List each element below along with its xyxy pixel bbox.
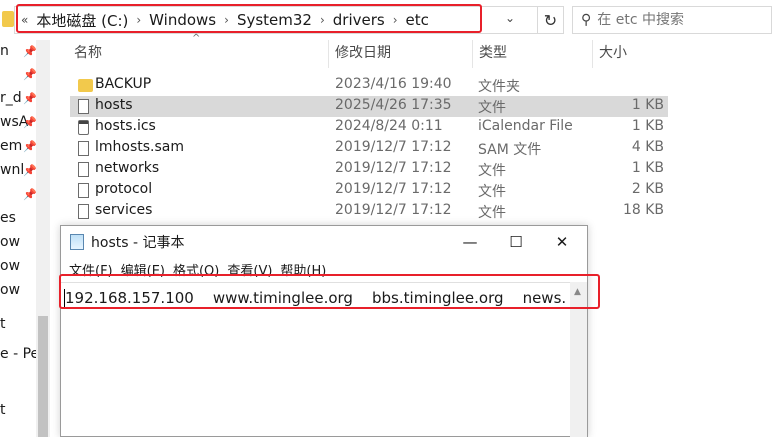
navigation-pane: n 📌 📌 r_d 📌 wsA 📌 em 📌 wnl 📌 📌 es ow ow …: [0, 40, 38, 437]
file-size: 2 KB: [631, 181, 664, 197]
refresh-button[interactable]: ↻: [538, 6, 564, 34]
pin-icon[interactable]: 📌: [23, 68, 37, 81]
file-type: 文件: [478, 163, 506, 179]
file-icon: [78, 99, 89, 114]
folder-icon: [78, 79, 93, 92]
notepad-icon: [70, 234, 84, 250]
minimize-button[interactable]: —: [447, 226, 493, 258]
file-size: 1 KB: [631, 118, 664, 134]
nav-item[interactable]: t: [0, 316, 6, 332]
nav-item[interactable]: em: [0, 138, 22, 154]
pin-icon[interactable]: 📌: [23, 164, 37, 177]
file-name: BACKUP: [95, 76, 152, 92]
file-icon: [78, 183, 89, 198]
search-box[interactable]: ⚲: [572, 6, 772, 34]
column-divider[interactable]: [328, 40, 329, 68]
notepad-window[interactable]: hosts - 记事本 — ☐ ✕ 文件(F) 编辑(E) 格式(O) 查看(V…: [60, 225, 588, 437]
file-type: 文件夹: [478, 79, 520, 95]
file-size: 1 KB: [631, 97, 664, 113]
file-type: iCalendar File: [478, 118, 573, 134]
nav-item[interactable]: wnl: [0, 162, 24, 178]
pin-icon[interactable]: 📌: [23, 140, 37, 153]
file-type: 文件: [478, 184, 506, 200]
column-header-size[interactable]: 大小: [599, 42, 627, 66]
nav-item[interactable]: e - Pe: [0, 346, 38, 362]
file-date: 2019/12/7 17:12: [335, 160, 452, 176]
file-date: 2019/12/7 17:12: [335, 181, 452, 197]
file-size: 18 KB: [622, 202, 664, 218]
file-row[interactable]: hosts.ics 2024/8/24 0:11 iCalendar File …: [70, 117, 668, 138]
hosts-line-highlight-box: [59, 274, 600, 309]
nav-scrollbar-thumb[interactable]: [38, 316, 48, 437]
file-row[interactable]: networks 2019/12/7 17:12 文件 1 KB: [70, 159, 668, 180]
file-date: 2025/4/26 17:35: [335, 97, 452, 113]
notepad-title: hosts - 记事本: [91, 235, 185, 251]
chevron-down-icon[interactable]: ⌄: [505, 11, 515, 25]
address-highlight-box: [16, 4, 482, 33]
file-icon: [78, 204, 89, 219]
file-name: protocol: [95, 181, 153, 197]
search-input[interactable]: [597, 12, 758, 28]
nav-item[interactable]: ow: [0, 234, 20, 250]
pin-icon[interactable]: 📌: [23, 92, 37, 105]
nav-item[interactable]: r_d: [0, 90, 22, 106]
nav-item[interactable]: ow: [0, 282, 20, 298]
column-header-date[interactable]: 修改日期: [335, 42, 391, 66]
file-type: SAM 文件: [478, 142, 542, 158]
file-size: 1 KB: [631, 160, 664, 176]
nav-item[interactable]: ow: [0, 258, 20, 274]
file-row-selected[interactable]: hosts 2025/4/26 17:35 文件 1 KB: [70, 96, 668, 117]
calendar-file-icon: [78, 120, 89, 135]
sort-ascending-icon: ^: [192, 33, 201, 44]
file-date: 2019/12/7 17:12: [335, 202, 452, 218]
nav-item[interactable]: n: [0, 43, 9, 59]
file-type: 文件: [478, 100, 506, 116]
file-row[interactable]: protocol 2019/12/7 17:12 文件 2 KB: [70, 180, 668, 201]
pin-icon[interactable]: 📌: [23, 45, 37, 58]
search-icon: ⚲: [581, 12, 592, 28]
file-name: hosts: [95, 97, 133, 113]
folder-icon: [2, 11, 14, 27]
file-name: services: [95, 202, 153, 218]
nav-item[interactable]: es: [0, 210, 16, 226]
file-row[interactable]: services 2019/12/7 17:12 文件 18 KB: [70, 201, 668, 222]
file-row[interactable]: BACKUP 2023/4/16 19:40 文件夹: [70, 75, 668, 96]
file-date: 2024/8/24 0:11: [335, 118, 443, 134]
column-divider[interactable]: [472, 40, 473, 68]
file-name: networks: [95, 160, 160, 176]
column-header-name[interactable]: 名称: [74, 42, 102, 66]
file-size: 4 KB: [631, 139, 664, 155]
file-name: lmhosts.sam: [95, 139, 185, 155]
file-date: 2023/4/16 19:40: [335, 76, 452, 92]
file-name: hosts.ics: [95, 118, 156, 134]
nav-item[interactable]: t: [0, 402, 6, 418]
pin-icon[interactable]: 📌: [23, 188, 37, 201]
column-divider[interactable]: [592, 40, 593, 68]
file-row[interactable]: lmhosts.sam 2019/12/7 17:12 SAM 文件 4 KB: [70, 138, 668, 159]
maximize-button[interactable]: ☐: [493, 226, 539, 258]
file-type: 文件: [478, 205, 506, 221]
file-icon: [78, 141, 89, 156]
close-button[interactable]: ✕: [539, 226, 585, 258]
column-header-type[interactable]: 类型: [479, 42, 507, 66]
pin-icon[interactable]: 📌: [23, 116, 37, 129]
file-date: 2019/12/7 17:12: [335, 139, 452, 155]
file-icon: [78, 162, 89, 177]
